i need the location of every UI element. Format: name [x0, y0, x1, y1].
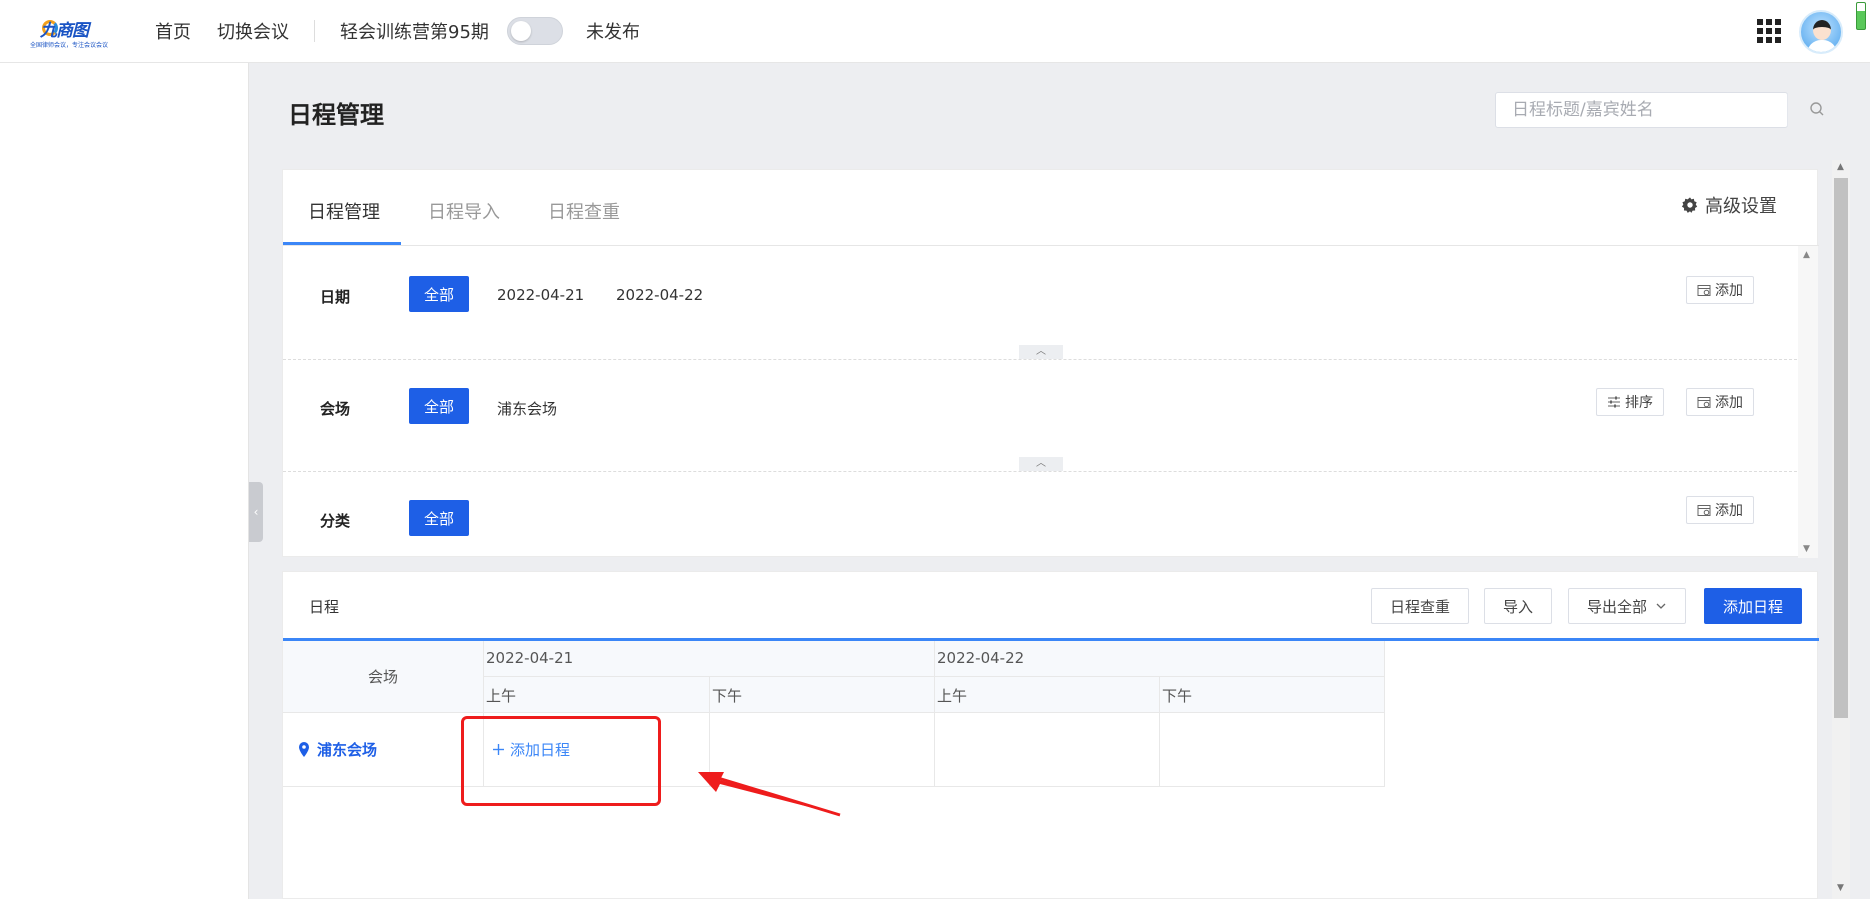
page-scroll-up-icon[interactable]: ▲: [1837, 162, 1844, 172]
date-option[interactable]: 2022-04-22: [616, 286, 703, 304]
tab-schedule-check[interactable]: 日程查重: [548, 198, 620, 224]
export-all-label: 导出全部: [1587, 597, 1648, 616]
import-button[interactable]: 导入: [1484, 588, 1553, 624]
calendar-add-icon: [1697, 285, 1711, 296]
date-all-button[interactable]: 全部: [409, 276, 469, 312]
search-box: [1495, 92, 1788, 128]
category-add-label: 添加: [1715, 503, 1743, 519]
date-add-label: 添加: [1715, 283, 1743, 299]
grid-pm-header: 下午: [710, 677, 935, 713]
grid-pm-header: 下午: [1160, 677, 1385, 713]
tab-schedule-import[interactable]: 日程导入: [428, 198, 500, 224]
search-icon[interactable]: [1809, 101, 1825, 117]
avatar[interactable]: [1799, 10, 1843, 54]
grid-venue-cell[interactable]: 浦东会场: [283, 713, 484, 787]
filter-row-venue: 会场 全部 浦东会场 排序 添加 ︿: [283, 360, 1797, 472]
venue-add-label: 添加: [1715, 395, 1743, 411]
grid-day-header: 2022-04-22: [935, 641, 1385, 677]
grid-day-header: 2022-04-21: [484, 641, 935, 677]
avatar-face-icon: [1813, 20, 1831, 40]
toggle-knob: [511, 21, 531, 41]
venue-option[interactable]: 浦东会场: [497, 398, 557, 419]
top-header: 九商图 全国律师会议，专注会议会议 首页 切换会议 轻会训练营第95期 未发布: [0, 0, 1870, 63]
grid-am-header: 上午: [935, 677, 1160, 713]
venue-all-button[interactable]: 全部: [409, 388, 469, 424]
publish-status: 未发布: [586, 22, 640, 43]
page-title: 日程管理: [288, 101, 384, 129]
venue-add-button[interactable]: 添加: [1686, 388, 1754, 416]
grid-slot-cell[interactable]: [1160, 713, 1385, 787]
search-input[interactable]: [1496, 93, 1749, 127]
calendar-add-icon: [1697, 397, 1711, 408]
export-all-button[interactable]: 导出全部: [1568, 588, 1687, 624]
scroll-down-arrow-icon[interactable]: ▼: [1803, 544, 1810, 554]
grid-venue-header: 会场: [283, 641, 484, 713]
apps-grid-icon[interactable]: [1757, 19, 1781, 43]
venue-collapse-chevron-up-icon[interactable]: ︿: [1019, 457, 1063, 471]
annotation-highlight-box: [461, 716, 661, 806]
filter-scrollbar[interactable]: ▲ ▼: [1798, 246, 1818, 558]
logo[interactable]: 九商图 全国律师会议，专注会议会议: [28, 16, 108, 50]
avatar-body-icon: [1807, 40, 1837, 52]
calendar-add-icon: [1697, 505, 1711, 516]
nav-home[interactable]: 首页: [155, 18, 191, 44]
filter-label-date: 日期: [320, 288, 351, 306]
meeting-title: 轻会训练营第95期: [340, 22, 489, 43]
gear-icon: [1681, 197, 1698, 213]
filter-card: 日程管理 日程导入 日程查重 高级设置 日期 全部 2022-04-21 202…: [282, 169, 1819, 558]
tab-schedule-management[interactable]: 日程管理: [308, 198, 380, 224]
chevron-down-icon: [1656, 603, 1666, 609]
grid-slot-cell[interactable]: [935, 713, 1160, 787]
publish-toggle[interactable]: [507, 17, 563, 45]
annotation-arrow-icon: [698, 772, 841, 817]
sidebar-collapse-handle[interactable]: ‹: [249, 482, 263, 542]
advanced-settings-button[interactable]: 高级设置: [1681, 192, 1777, 218]
add-schedule-button[interactable]: 添加日程: [1704, 588, 1803, 624]
venue-name: 浦东会场: [317, 741, 378, 759]
page-scroll-down-icon[interactable]: ▼: [1837, 883, 1844, 893]
grid-am-header: 上午: [484, 677, 710, 713]
category-add-button[interactable]: 添加: [1686, 496, 1754, 524]
page-scrollbar[interactable]: ▲ ▼: [1832, 160, 1850, 899]
sort-sliders-icon: [1608, 396, 1620, 408]
filter-label-category: 分类: [320, 512, 351, 530]
date-add-button[interactable]: 添加: [1686, 276, 1754, 304]
category-all-button[interactable]: 全部: [409, 500, 469, 536]
search-divider: [1787, 93, 1788, 127]
location-pin-icon: [299, 741, 309, 757]
date-option[interactable]: 2022-04-21: [497, 286, 584, 304]
venue-sort-button[interactable]: 排序: [1596, 388, 1664, 416]
filter-label-venue: 会场: [320, 400, 351, 418]
date-collapse-chevron-up-icon[interactable]: ︿: [1019, 345, 1063, 359]
scroll-up-arrow-icon[interactable]: ▲: [1803, 250, 1810, 260]
schedule-section-title: 日程: [309, 598, 340, 616]
logo-text: 九商图: [40, 21, 89, 40]
sidebar: [0, 63, 249, 899]
schedule-check-button[interactable]: 日程查重: [1371, 588, 1470, 624]
nav-switch-meeting[interactable]: 切换会议: [217, 18, 289, 44]
filter-row-date: 日期 全部 2022-04-21 2022-04-22 添加 ︿: [283, 246, 1797, 360]
advanced-settings-label: 高级设置: [1705, 196, 1777, 217]
logo-tagline: 全国律师会议，专注会议会议: [30, 43, 109, 49]
filter-row-category: 分类 全部 添加: [283, 472, 1797, 558]
battery-icon: [1856, 2, 1866, 30]
venue-sort-label: 排序: [1625, 395, 1653, 411]
page-scroll-thumb[interactable]: [1834, 178, 1848, 718]
nav-divider: [314, 20, 315, 42]
